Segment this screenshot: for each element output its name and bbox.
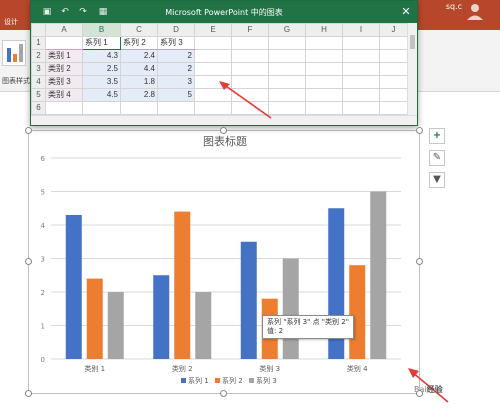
chart-title[interactable]: 图表标题	[203, 134, 247, 148]
x-tick-label: 类别 4	[347, 364, 368, 373]
excel-chart-data-window: ▣ ↶ ↷ ▦ Microsoft PowerPoint 中的图表 ✕ A B …	[30, 0, 418, 126]
y-tick-label: 1	[41, 323, 45, 331]
bar-chart[interactable]: 图表标题 0 1 2 3 4 5 6 类别 1 类别 2 类别 3 类别 4 系列 1 系列 2 系列 3	[29, 131, 421, 395]
bar[interactable]	[195, 292, 212, 359]
y-tick-label: 5	[41, 189, 45, 197]
legend-swatch	[215, 378, 220, 383]
chart-style-thumbnail[interactable]	[2, 40, 26, 66]
resize-handle[interactable]	[220, 127, 227, 134]
resize-handle[interactable]	[25, 390, 32, 397]
bar[interactable]	[282, 258, 299, 360]
ppt-user-name[interactable]: sq.c	[446, 2, 462, 11]
resize-handle[interactable]	[25, 127, 32, 134]
bar[interactable]	[370, 191, 387, 360]
y-tick-label: 4	[41, 222, 46, 230]
y-tick-label: 2	[41, 289, 45, 297]
ppt-tab-design[interactable]: 设计	[0, 14, 30, 30]
user-avatar-icon[interactable]	[464, 0, 486, 22]
resize-handle[interactable]	[25, 258, 32, 265]
chart-area[interactable]: 图表标题 0 1 2 3 4 5 6 类别 1 类别 2 类别 3 类别 4 系列 1 系列 2 系列 3	[28, 130, 420, 394]
chart-styles-button[interactable]: ✎	[429, 150, 445, 166]
legend-swatch	[249, 378, 254, 383]
bar[interactable]	[107, 292, 124, 359]
x-tick-label: 类别 3	[259, 364, 280, 373]
y-tick-label: 3	[41, 256, 45, 264]
bar[interactable]	[153, 275, 170, 359]
resize-handle[interactable]	[416, 258, 423, 265]
legend-swatch	[181, 378, 186, 383]
resize-handle[interactable]	[220, 390, 227, 397]
chart-filters-button[interactable]: ▼	[429, 172, 445, 188]
legend-label: 系列 2	[222, 376, 243, 385]
resize-handle[interactable]	[416, 390, 423, 397]
x-tick-label: 类别 1	[84, 364, 105, 373]
y-tick-label: 0	[41, 356, 45, 364]
legend-label: 系列 3	[256, 376, 277, 385]
y-tick-label: 6	[41, 155, 46, 163]
tooltip-value-line: 值: 2	[267, 327, 284, 335]
x-tick-label: 类别 2	[172, 364, 193, 373]
chart-elements-button[interactable]: +	[429, 128, 445, 144]
watermark-brand: 经验	[426, 385, 443, 394]
bar[interactable]	[349, 265, 366, 359]
bar[interactable]	[65, 214, 82, 359]
bar[interactable]	[86, 278, 103, 359]
chart-style-label: 图表样式	[2, 77, 30, 85]
annotation-arrow-icon	[219, 81, 272, 119]
legend-label: 系列 1	[188, 376, 209, 385]
tooltip-series-line: 系列 "系列 3" 点 "类别 2"	[267, 318, 349, 326]
bar[interactable]	[240, 241, 257, 359]
bar[interactable]	[174, 211, 191, 359]
resize-handle[interactable]	[416, 127, 423, 134]
data-point-tooltip: 系列 "系列 3" 点 "类别 2" 值: 2	[262, 315, 354, 339]
